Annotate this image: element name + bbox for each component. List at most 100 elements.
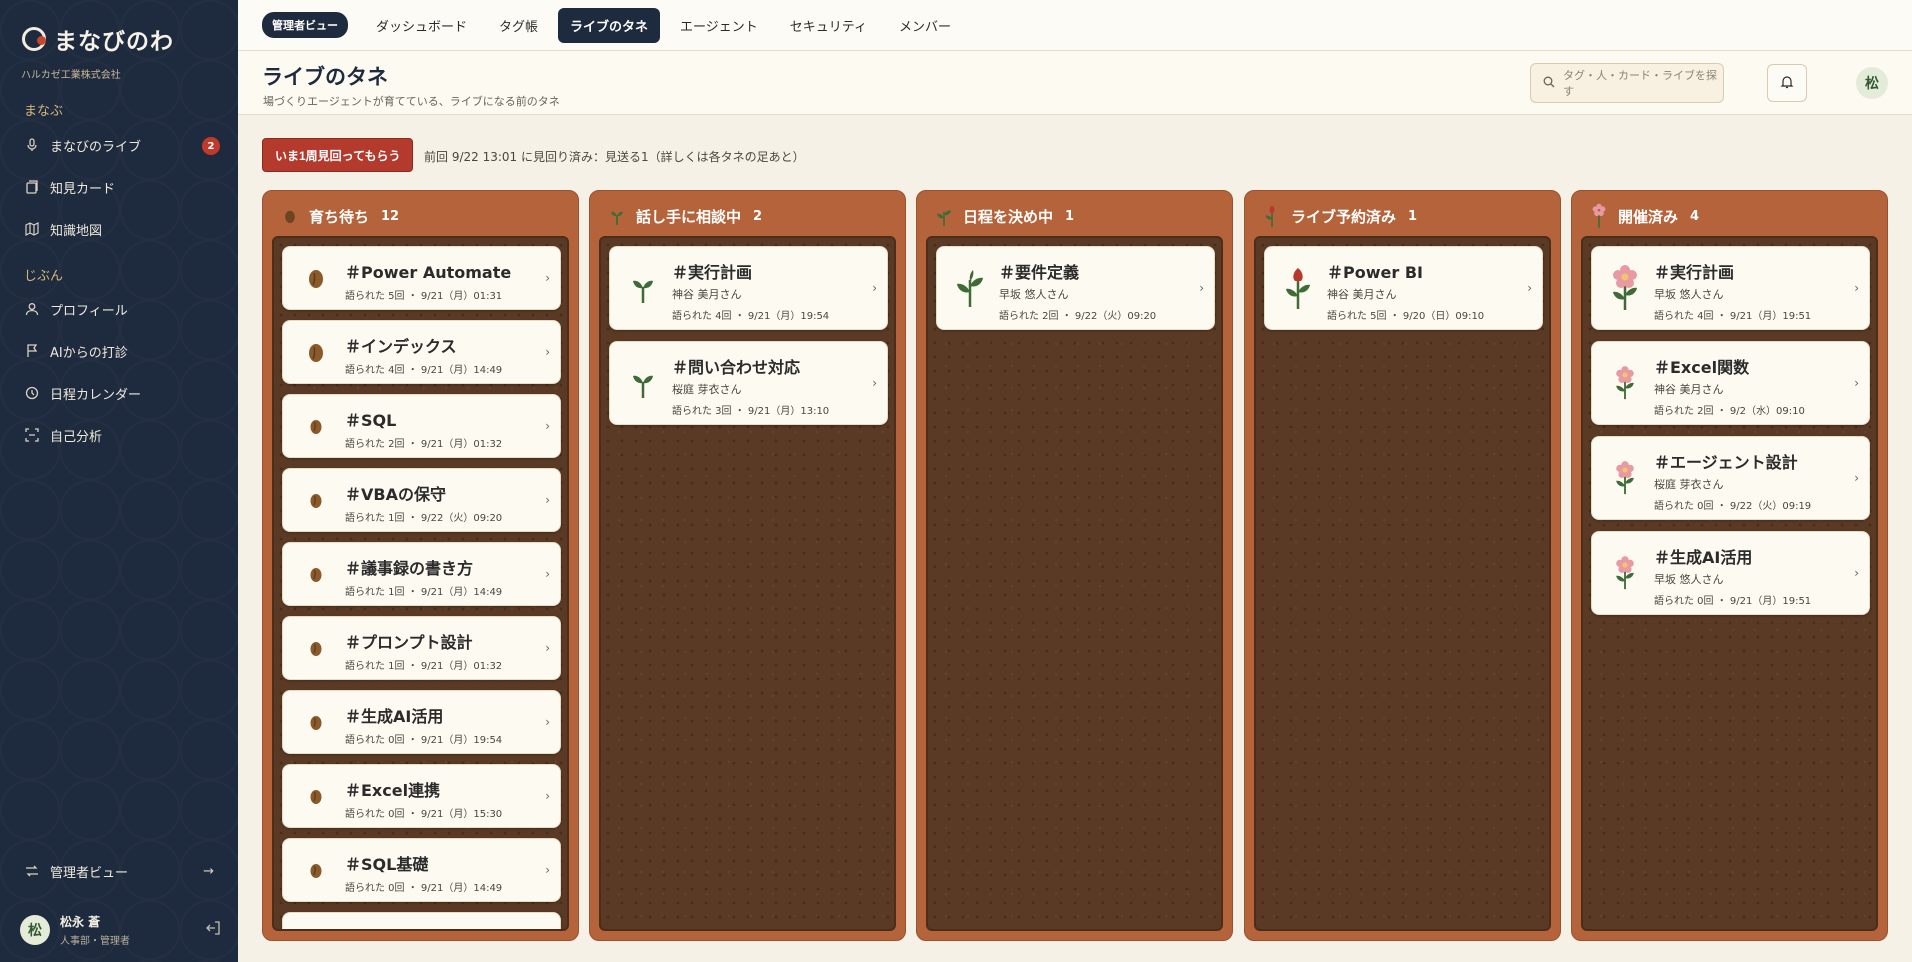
seed-card[interactable]: ＃SQL 語られた 2回 ・ 9/21（月）01:32 › (282, 394, 561, 458)
card-tag: ＃VBAの保守 (345, 485, 446, 504)
seed-card[interactable]: ＃実行計画神谷 美月さん語られた 4回 ・ 9/21（月）19:54 › (609, 246, 888, 330)
seed-card[interactable]: ＃インデックス 語られた 4回 ・ 9/21（月）14:49 › (282, 320, 561, 384)
sidebar-item-map[interactable]: 知識地図 (24, 215, 220, 243)
bud-icon (1263, 205, 1281, 228)
last-patrol-note: 前回 9/22 13:01 に見回り済み：見送る1（詳しくは各タネの足あと） (424, 150, 805, 164)
card-tag: ＃SQL (345, 411, 397, 430)
chevron-right-icon: › (545, 715, 550, 729)
card-speaker: 神谷 美月さん (672, 288, 742, 301)
column-title: ライブ予約済み (1291, 207, 1397, 226)
patrol-now-button[interactable]: いま1周見回ってもらう (262, 138, 414, 172)
column-title: 日程を決め中 (963, 207, 1054, 226)
seedling-icon (935, 205, 953, 227)
seed-card[interactable]: ＃プロンプト設計 語られた 1回 ・ 9/21（月）01:32 › (282, 616, 561, 680)
seed-card[interactable]: ＃問い合わせ対応 桜庭 芽衣さん 語られた 3回 ・ 9/21（月）13:10 › (609, 341, 888, 425)
seed-card[interactable]: ＃議事録の書き方 語られた 1回 ・ 9/21（月）14:49 › (282, 542, 561, 606)
top-nav: 管理者ビュー ダッシュボード タグ帳 ライブのタネ エージェント セキュリティ … (238, 0, 1912, 51)
seed-card[interactable]: ＃生成AI活用 早坂 悠人さん 語られた 0回 ・ 9/21（月）19:51 › (1591, 531, 1870, 615)
card-tag: ＃通知 (345, 925, 393, 929)
card-speaker: 早坂 悠人さん (999, 288, 1069, 301)
card-meta: 語られた 1回 ・ 9/21（月）14:49 (345, 587, 503, 598)
card-tag: ＃Power BI (1327, 263, 1423, 282)
logo-icon (22, 27, 46, 51)
page-title: ライブのタネ (262, 65, 388, 89)
seed-icon (301, 628, 331, 668)
column-count: 2 (753, 208, 763, 224)
seed-card[interactable]: ＃Excel連携 語られた 0回 ・ 9/21（月）15:30 › (282, 764, 561, 828)
card-meta: 語られた 2回 ・ 9/22（火）09:20 (999, 311, 1157, 322)
admin-view-badge: 管理者ビュー (262, 12, 348, 38)
chevron-right-icon: › (545, 863, 550, 877)
search-placeholder: タグ・人・カード・ライブを探す (1563, 69, 1717, 98)
soil-area: ＃Power BI 神谷 美月さん 語られた 5回 ・ 9/20（日）09:10 › (1254, 236, 1551, 931)
user-profile[interactable]: 松 松永 蒼 人事部・管理者 (20, 912, 220, 948)
card-meta: 語られた 0回 ・ 9/22（火）09:19 (1654, 501, 1812, 512)
soil-area: ＃Power Automate 語られた 5回 ・ 9/21（月）01:31 › ＃イ… (272, 236, 569, 931)
column-count: 1 (1065, 208, 1075, 224)
seed-icon (301, 702, 331, 742)
seed-card[interactable]: ＃Power BI 神谷 美月さん 語られた 5回 ・ 9/20（日）09:10 › (1264, 246, 1543, 330)
seed-card[interactable]: ＃VBAの保守 語られた 1回 ・ 9/22（火）09:20 › (282, 468, 561, 532)
sidebar-item-label: 知見カード (50, 181, 116, 197)
kanban-column: 話し手に相談中 2 ＃実行計画 神谷 美月さん 語られた 4回 ・ 9/21（月）19:… (589, 190, 906, 941)
card-tag: ＃SQL基礎 (345, 855, 429, 874)
search-input[interactable]: タグ・人・カード・ライブを探す (1530, 63, 1724, 103)
card-tag: ＃Excel連携 (345, 781, 441, 800)
card-meta: 語られた 0回 ・ 9/21（月）19:54 (345, 735, 503, 746)
sidebar-item-ai-offer[interactable]: AIからの打診 (24, 337, 220, 365)
chevron-right-icon: › (545, 345, 550, 359)
tab-live-seeds[interactable]: ライブのタネ (558, 7, 661, 43)
chevron-right-icon: › (1854, 566, 1859, 580)
tab-dashboard[interactable]: ダッシュボード (364, 8, 479, 43)
sidebar-item-cards[interactable]: 知見カード (24, 173, 220, 201)
seed-card[interactable]: ＃エージェント設計 桜庭 芽衣さん 語られた 0回 ・ 9/22（火）09:19 › (1591, 436, 1870, 520)
tab-members[interactable]: メンバー (887, 8, 963, 43)
seed-card[interactable]: ＃実行計画 早坂 悠人さん 語られた 4回 ・ 9/21（月）19:51 › (1591, 246, 1870, 330)
card-tag: ＃エージェント設計 (1654, 453, 1798, 472)
page-subtitle: 場づくりエージェントが育てている、ライブになる前のタネ (263, 95, 560, 108)
card-speaker: 早坂 悠人さん (1654, 288, 1724, 301)
card-meta: 語られた 4回 ・ 9/21（月）19:51 (1654, 311, 1812, 322)
brand-name: まなびのわ (54, 29, 174, 55)
chevron-right-icon: › (545, 567, 550, 581)
bud-icon (1283, 268, 1313, 309)
seed-card[interactable]: ＃Power Automate 語られた 5回 ・ 9/21（月）01:31 › (282, 246, 561, 310)
card-speaker: 神谷 美月さん (1654, 383, 1724, 396)
tab-agents[interactable]: エージェント (668, 8, 770, 43)
sprout-icon (628, 363, 658, 403)
sidebar-item-label: まなびのライブ (50, 139, 142, 155)
sidebar-item-self-analysis[interactable]: 自己分析 (24, 421, 220, 449)
seed-card[interactable]: ＃Excel関数 神谷 美月さん 語られた 2回 ・ 9/2（水）09:10 › (1591, 341, 1870, 425)
tab-tag-book[interactable]: タグ帳 (487, 8, 550, 43)
seed-card[interactable]: ＃生成AI活用 語られた 0回 ・ 9/21（月）19:54 › (282, 690, 561, 754)
logout-icon[interactable] (206, 921, 220, 939)
notification-button[interactable] (1767, 64, 1807, 102)
card-speaker: 早坂 悠人さん (1654, 573, 1724, 586)
card-meta: 語られた 1回 ・ 9/22（火）09:20 (345, 513, 503, 524)
card-tag: ＃生成AI活用 (1654, 548, 1753, 567)
brand[interactable]: まなびのわ (22, 22, 174, 56)
seed-card[interactable]: ＃通知› (282, 912, 561, 929)
card-tag: ＃問い合わせ対応 (672, 358, 801, 377)
sidebar-item-calendar[interactable]: 日程カレンダー (24, 379, 220, 407)
section-label-manabu: まなぶ (24, 104, 64, 119)
seed-card[interactable]: ＃SQL基礎 語られた 0回 ・ 9/21（月）14:49 › (282, 838, 561, 902)
card-tag: ＃Excel関数 (1654, 358, 1750, 377)
flower-icon (1610, 363, 1640, 403)
tab-security[interactable]: セキュリティ (778, 8, 879, 43)
card-tag: ＃実行計画 (672, 263, 753, 282)
cards-icon (24, 179, 40, 195)
card-meta: 語られた 4回 ・ 9/21（月）14:49 (345, 365, 503, 376)
chevron-right-icon: › (872, 281, 877, 295)
admin-view-link[interactable]: 管理者ビュー → (24, 858, 214, 884)
chevron-right-icon: › (1854, 471, 1859, 485)
seed-card[interactable]: ＃要件定義 早坂 悠人さん 語られた 2回 ・ 9/22（火）09:20 › (936, 246, 1215, 330)
card-tag: ＃プロンプト設計 (345, 633, 473, 652)
sidebar-item-live[interactable]: まなびのライブ 2 (24, 131, 220, 159)
card-meta: 語られた 5回 ・ 9/20（日）09:10 (1327, 311, 1485, 322)
card-tag: ＃要件定義 (999, 263, 1080, 282)
card-meta: 語られた 4回 ・ 9/21（月）19:54 (672, 311, 830, 322)
search-icon (1543, 76, 1555, 91)
avatar[interactable]: 松 (1856, 67, 1888, 99)
sidebar-item-profile[interactable]: プロフィール (24, 295, 220, 323)
